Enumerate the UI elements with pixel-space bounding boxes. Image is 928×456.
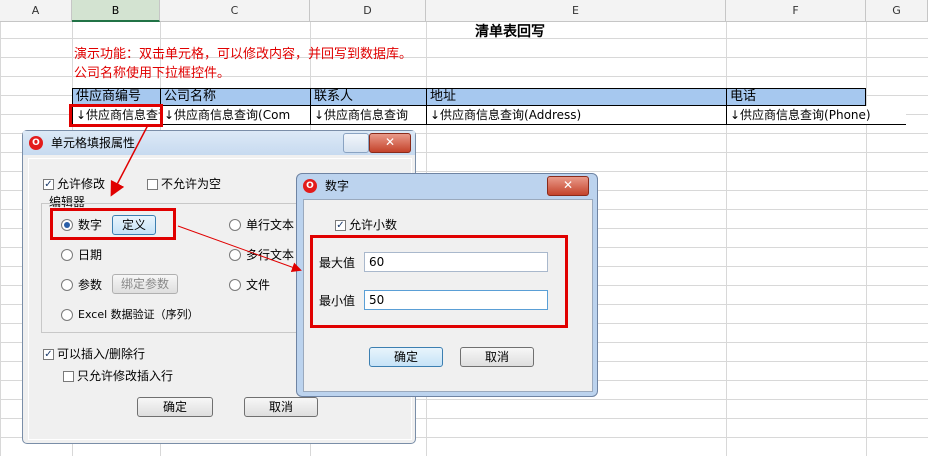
file-label: 文件 <box>246 278 271 292</box>
data-cell-phone[interactable]: ↓供应商信息查询(Phone) <box>726 106 906 125</box>
column-header-a[interactable]: A <box>0 0 72 22</box>
column-header-g[interactable]: G <box>866 0 928 22</box>
excel-validation-label: Excel 数据验证（序列） <box>78 308 199 321</box>
column-header-b[interactable]: B <box>72 0 160 22</box>
highlight-selected-cell <box>69 104 163 127</box>
allow-edit-label: 允许修改 <box>57 177 106 191</box>
minimize-button[interactable] <box>343 133 369 153</box>
column-header-e[interactable]: E <box>426 0 726 22</box>
bind-param-button[interactable]: 绑定参数 <box>112 274 178 294</box>
allow-decimal-label: 允许小数 <box>349 218 398 232</box>
cell-dialog-title: 单元格填报属性 <box>51 136 136 150</box>
date-label: 日期 <box>78 248 103 262</box>
cell-dialog-ok-button[interactable]: 确定 <box>137 397 213 417</box>
date-radio[interactable] <box>61 249 73 261</box>
header-cell-company[interactable]: 公司名称 <box>160 88 311 106</box>
only-edit-insert-label: 只允许修改插入行 <box>77 369 174 383</box>
app-logo-icon: O <box>303 179 317 193</box>
single-text-label: 单行文本 <box>246 218 295 232</box>
single-text-radio[interactable] <box>229 219 241 231</box>
only-edit-insert-checkbox[interactable] <box>63 371 74 382</box>
close-button[interactable]: ✕ <box>369 133 411 153</box>
number-ok-button[interactable]: 确定 <box>369 347 443 367</box>
allow-insert-label: 可以插入/删除行 <box>57 347 146 361</box>
not-null-label: 不允许为空 <box>161 177 222 191</box>
data-cell-contact[interactable]: ↓供应商信息查询 <box>310 106 427 125</box>
allow-insert-checkbox[interactable]: ✓ <box>43 349 54 360</box>
allow-edit-checkbox[interactable]: ✓ <box>43 179 54 190</box>
header-cell-contact[interactable]: 联系人 <box>310 88 427 106</box>
data-cell-address[interactable]: ↓供应商信息查询(Address) <box>426 106 727 125</box>
highlight-range-fields <box>310 235 568 328</box>
number-dialog-title: 数字 <box>325 179 350 193</box>
header-cell-address[interactable]: 地址 <box>426 88 727 106</box>
excel-validation-radio[interactable] <box>61 309 73 321</box>
dropdown-note: 公司名称使用下拉框控件。 <box>74 66 231 81</box>
file-radio[interactable] <box>229 279 241 291</box>
demo-note: 演示功能：双击单元格，可以修改内容，并回写到数据库。 <box>74 47 413 62</box>
column-header-f[interactable]: F <box>726 0 866 22</box>
app-logo-icon: O <box>29 136 43 150</box>
column-header-d[interactable]: D <box>310 0 426 22</box>
multi-text-label: 多行文本 <box>246 248 295 262</box>
not-null-checkbox[interactable] <box>147 179 158 190</box>
sheet-title: 清单表回写 <box>475 24 545 40</box>
number-close-button[interactable]: ✕ <box>547 176 589 196</box>
cell-dialog-cancel-button[interactable]: 取消 <box>244 397 318 417</box>
allow-decimal-checkbox[interactable]: ✓ <box>335 220 346 231</box>
multi-text-radio[interactable] <box>229 249 241 261</box>
number-cancel-button[interactable]: 取消 <box>460 347 534 367</box>
highlight-number-editor <box>50 208 176 240</box>
param-radio[interactable] <box>61 279 73 291</box>
param-label: 参数 <box>78 278 103 292</box>
column-header-c[interactable]: C <box>160 0 310 22</box>
header-cell-phone[interactable]: 电话 <box>726 88 866 106</box>
data-cell-company[interactable]: ↓供应商信息查询(Com <box>160 106 311 125</box>
